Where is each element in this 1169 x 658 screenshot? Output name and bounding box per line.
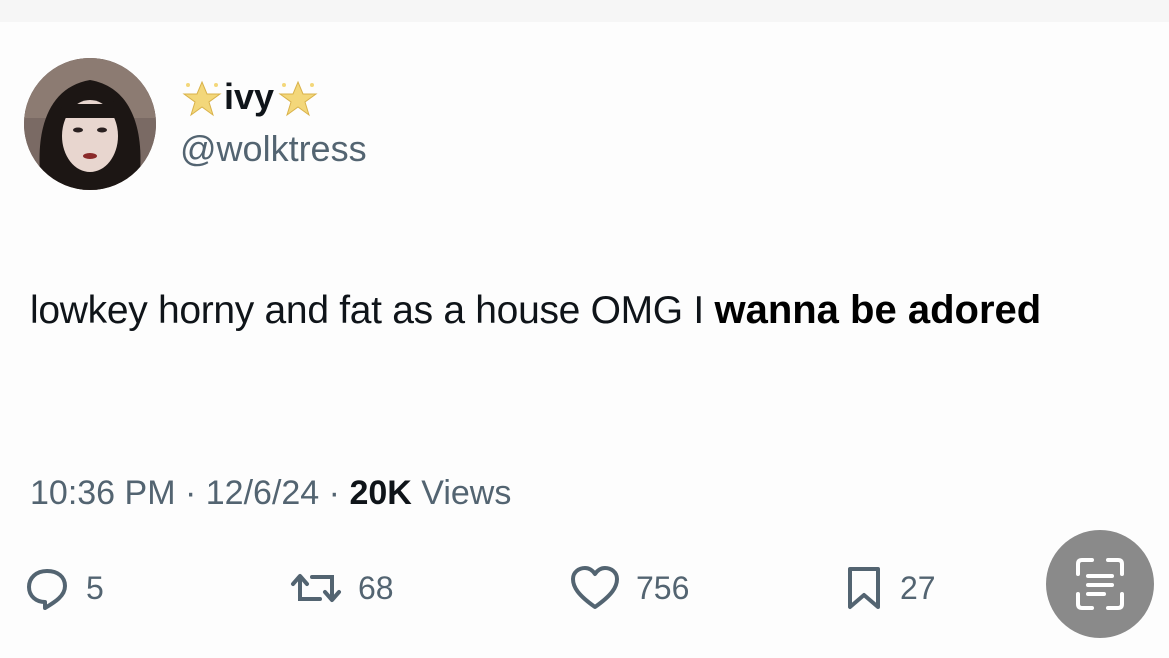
reply-count: 5 [86,569,104,606]
meta-separator: · [184,474,197,512]
tweet-text: lowkey horny and fat as a house OMG I wa… [30,276,1160,345]
reply-icon [24,565,70,611]
top-strip [0,0,1169,22]
profile-photo-icon [24,58,156,190]
heart-icon [570,565,620,611]
user-name-row[interactable]: ivy [182,72,318,126]
meta-separator: · [328,474,340,512]
bookmark-button[interactable]: 27 [844,560,936,616]
reply-button[interactable]: 5 [24,560,104,616]
star-emoji-icon [182,79,222,119]
tweet-date[interactable]: 12/6/24 [206,474,319,512]
like-count: 756 [636,569,690,606]
user-handle[interactable]: @wolktress [180,131,367,167]
views-count: 20K [349,474,412,512]
tweet-text-regular: lowkey horny and fat as a house OMG I [30,289,715,332]
views-label: Views [421,474,512,512]
display-name: ivy [224,76,275,117]
retweet-button[interactable]: 68 [290,560,394,616]
avatar[interactable] [24,58,156,190]
text-scan-button[interactable] [1046,530,1154,638]
retweet-count: 68 [358,569,394,606]
bookmark-icon [844,565,884,611]
tweet-meta: 10:36 PM · 12/6/24 · 20K Views [30,476,511,510]
text-scan-icon [1076,558,1124,610]
retweet-icon [290,565,342,611]
tweet-text-bold: wanna be adored [714,288,1042,332]
action-bar: 5 68 756 27 [0,560,1169,624]
tweet-time[interactable]: 10:36 PM [30,474,176,512]
star-emoji-icon [278,79,318,119]
bookmark-count: 27 [900,569,936,606]
like-button[interactable]: 756 [570,560,689,616]
